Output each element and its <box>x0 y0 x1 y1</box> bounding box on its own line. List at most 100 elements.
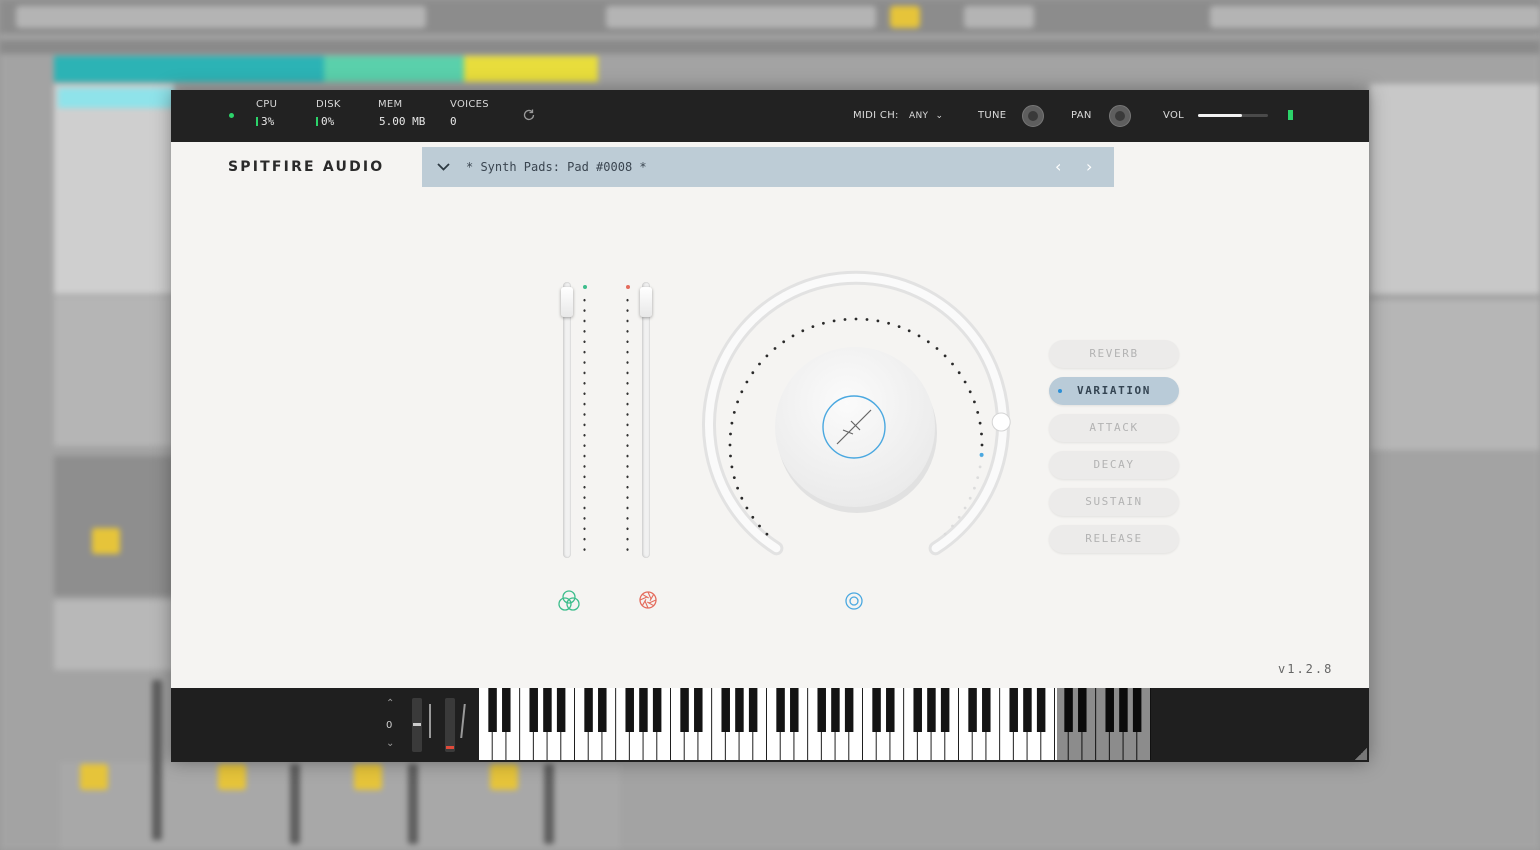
variation-button[interactable]: VARIATION <box>1049 377 1179 405</box>
black-key[interactable] <box>968 688 977 732</box>
daw-empty <box>54 296 174 446</box>
black-key[interactable] <box>886 688 895 732</box>
daw-list <box>54 84 174 294</box>
black-key[interactable] <box>529 688 538 732</box>
knob-scale-dot <box>898 325 901 328</box>
black-key[interactable] <box>913 688 922 732</box>
black-key[interactable] <box>735 688 744 732</box>
octave-value: 0 <box>386 720 392 731</box>
black-key[interactable] <box>721 688 730 732</box>
black-key[interactable] <box>639 688 648 732</box>
knob-scale-dot <box>908 329 911 332</box>
octave-up-icon[interactable]: ⌃ <box>386 698 394 709</box>
knob-scale-dot <box>979 466 982 469</box>
dynamics-slider[interactable] <box>642 282 650 558</box>
expression-indicator <box>583 285 587 289</box>
attack-button[interactable]: ATTACK <box>1049 414 1179 442</box>
mod-wheel[interactable] <box>445 698 455 752</box>
daw-toolbar-left <box>16 6 426 28</box>
decay-button-label: DECAY <box>1093 458 1134 471</box>
disk-value: 0% <box>316 115 334 128</box>
black-key[interactable] <box>543 688 552 732</box>
knob-scale-dot <box>758 525 761 528</box>
previous-preset-icon[interactable]: ‹ <box>1055 157 1061 176</box>
black-key[interactable] <box>502 688 511 732</box>
octave-down-icon[interactable]: ⌄ <box>386 738 394 749</box>
knob-scale-dot <box>964 507 967 510</box>
black-key[interactable] <box>680 688 689 732</box>
status-led <box>229 113 234 118</box>
brand-logo: SPITFIRE AUDIO <box>228 159 384 175</box>
black-key[interactable] <box>584 688 593 732</box>
disk-label: DISK <box>316 99 341 110</box>
knob-scale-dot <box>951 525 954 528</box>
decay-button[interactable]: DECAY <box>1049 451 1179 479</box>
black-key[interactable] <box>927 688 936 732</box>
black-key[interactable] <box>598 688 607 732</box>
reverb-button[interactable]: REVERB <box>1049 340 1179 368</box>
preset-browser[interactable]: * Synth Pads: Pad #0008 * ‹ › <box>422 147 1114 187</box>
tune-knob[interactable] <box>1022 105 1044 127</box>
black-key[interactable] <box>776 688 785 732</box>
knob-scale-dot <box>822 322 825 325</box>
volume-slider[interactable] <box>1198 114 1268 117</box>
preset-name: * Synth Pads: Pad #0008 * <box>466 160 647 174</box>
variation-knob-handle[interactable] <box>992 413 1010 431</box>
daw-metronome <box>890 6 920 28</box>
daw-track-button <box>354 764 382 790</box>
black-key[interactable] <box>941 688 950 732</box>
knob-scale-dot <box>746 507 749 510</box>
black-key[interactable] <box>831 688 840 732</box>
expression-slider-thumb[interactable] <box>561 287 573 317</box>
black-key[interactable] <box>790 688 799 732</box>
daw-device <box>54 456 174 596</box>
release-button[interactable]: RELEASE <box>1049 525 1179 553</box>
version-label: v1.2.8 <box>1278 662 1333 676</box>
daw-track-button <box>80 764 108 790</box>
pitch-wheel[interactable] <box>412 698 422 752</box>
daw-clip <box>324 56 464 82</box>
dynamics-slider-thumb[interactable] <box>640 287 652 317</box>
black-key[interactable] <box>488 688 497 732</box>
black-key[interactable] <box>653 688 662 732</box>
black-key[interactable] <box>817 688 826 732</box>
black-key[interactable] <box>1037 688 1046 732</box>
daw-clip <box>54 56 324 82</box>
keyboard-bar: ⌃ 0 ⌄ <box>171 688 1369 762</box>
release-button-label: RELEASE <box>1085 532 1143 545</box>
knob-scale-dot <box>973 487 976 490</box>
daw-fader <box>408 764 418 844</box>
expression-scale <box>583 295 586 555</box>
resize-handle[interactable] <box>1355 748 1367 760</box>
sustain-button-label: SUSTAIN <box>1085 495 1143 508</box>
sustain-button[interactable]: SUSTAIN <box>1049 488 1179 516</box>
reverb-button-label: REVERB <box>1089 347 1138 360</box>
knob-scale-dot <box>729 455 732 458</box>
expression-slider[interactable] <box>563 282 571 558</box>
chevron-down-icon[interactable] <box>437 162 450 172</box>
daw-track-button <box>490 764 518 790</box>
knob-scale-dot <box>969 390 972 393</box>
midi-channel-select[interactable]: ANY ⌄ <box>909 111 943 121</box>
knob-scale-dot <box>918 335 921 338</box>
black-key[interactable] <box>982 688 991 732</box>
chevron-down-icon: ⌄ <box>935 111 943 121</box>
black-key[interactable] <box>1009 688 1018 732</box>
black-key[interactable] <box>625 688 634 732</box>
black-key[interactable] <box>749 688 758 732</box>
refresh-icon[interactable] <box>522 108 536 122</box>
next-preset-icon[interactable]: › <box>1086 157 1092 176</box>
knob-scale-dot <box>927 340 930 343</box>
black-key[interactable] <box>845 688 854 732</box>
piano-keyboard[interactable] <box>479 688 1151 760</box>
black-key[interactable] <box>694 688 703 732</box>
knob-scale-dot <box>766 533 769 536</box>
black-key[interactable] <box>557 688 566 732</box>
knob-scale-dot <box>877 320 880 323</box>
knob-scale-dot <box>944 533 947 536</box>
black-key[interactable] <box>872 688 881 732</box>
knob-value-marker <box>980 453 984 457</box>
pan-knob[interactable] <box>1109 105 1131 127</box>
black-key[interactable] <box>1023 688 1031 732</box>
knob-scale-dot <box>740 497 743 500</box>
